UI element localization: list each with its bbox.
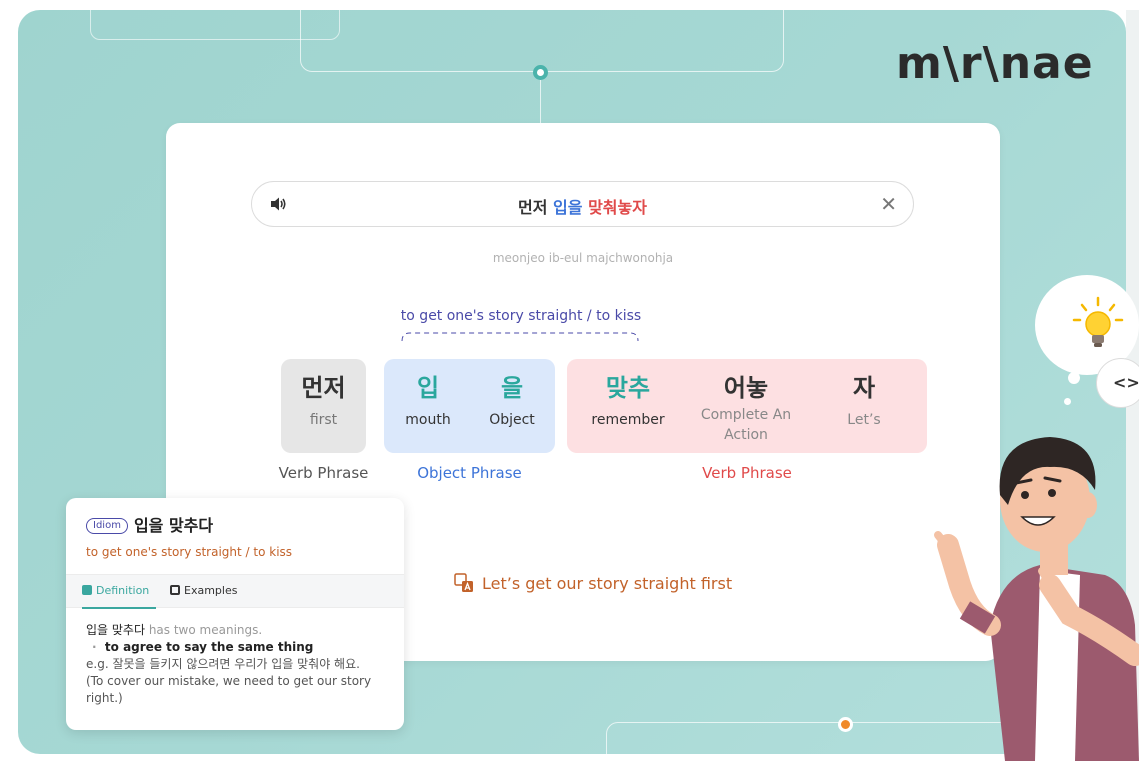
tab-examples-label: Examples bbox=[184, 584, 238, 597]
token-english: remember bbox=[591, 412, 665, 428]
definition-example: e.g. 잘못을 들키지 않으려면 우리가 입을 맞춰야 해요. bbox=[86, 657, 360, 671]
idiom-tabs: Definition Examples bbox=[66, 574, 404, 609]
token[interactable]: 어놓 Complete An Action bbox=[684, 373, 808, 445]
bullet: · bbox=[92, 640, 97, 654]
sentence-word-first: 먼저 bbox=[518, 198, 548, 217]
tab-examples[interactable]: Examples bbox=[170, 584, 237, 609]
token-korean: 입 bbox=[416, 374, 440, 402]
brand-logo: m\r\nae bbox=[896, 38, 1094, 89]
token-korean: 자 bbox=[852, 374, 876, 402]
definition-intro: 입을 맞추다 has two meanings. bbox=[86, 622, 396, 639]
lightbulb-icon bbox=[1072, 296, 1124, 347]
decorative-frame bbox=[300, 10, 784, 72]
token[interactable]: 입 mouth bbox=[392, 373, 464, 429]
phrase-meaning: to get one's story straight / to kiss bbox=[400, 308, 642, 324]
close-icon[interactable]: ✕ bbox=[880, 192, 897, 216]
meaning-brace bbox=[401, 332, 639, 342]
token[interactable]: 맞추 remember bbox=[576, 373, 680, 429]
examples-icon bbox=[170, 585, 180, 595]
definition-meaning-text: to agree to say the same thing bbox=[104, 640, 314, 654]
definition-icon bbox=[82, 585, 92, 595]
idiom-header: Idiom 입을 맞추다 to get one's story straight … bbox=[66, 498, 404, 573]
phrase-label: Verb Phrase bbox=[702, 464, 792, 482]
idiom-meaning: to get one's story straight / to kiss bbox=[86, 545, 293, 559]
tab-definition-label: Definition bbox=[96, 584, 150, 597]
phrase-label: Verb Phrase bbox=[278, 464, 369, 482]
translation-text: Let’s get our story straight first bbox=[482, 574, 733, 593]
definition-meaning: · to agree to say the same thing bbox=[86, 639, 396, 656]
decorative-dot bbox=[533, 65, 548, 80]
character-illustration bbox=[934, 437, 1139, 761]
idiom-keyword: 입을 맞추다 bbox=[86, 623, 146, 637]
code-toggle-icon[interactable]: <> bbox=[1096, 358, 1139, 408]
sentence-word-object: 입을 bbox=[553, 198, 583, 217]
token-english: Object bbox=[489, 412, 535, 428]
token-english: Complete An Action bbox=[700, 407, 792, 443]
tab-definition[interactable]: Definition bbox=[82, 584, 156, 609]
translation: Let’s get our story straight first bbox=[454, 573, 732, 593]
phrase-label: Object Phrase bbox=[417, 464, 522, 482]
token-english: first bbox=[309, 412, 338, 428]
token[interactable]: 먼저 first bbox=[281, 373, 366, 429]
token-english: mouth bbox=[405, 412, 451, 428]
definition-intro-text: has two meanings. bbox=[145, 623, 263, 637]
romanization: meonjeo ib-eul majchwonohja bbox=[492, 251, 674, 265]
token[interactable]: 을 Object bbox=[472, 373, 552, 429]
token-korean: 을 bbox=[500, 374, 524, 402]
token-english: Let’s bbox=[847, 412, 881, 428]
sentence-bar: 먼저 입을 맞춰놓자 ✕ bbox=[251, 181, 914, 227]
definition-example-translation: (To cover our mistake, we need to get ou… bbox=[86, 674, 372, 705]
token-korean: 먼저 bbox=[301, 374, 346, 402]
token-korean: 어놓 bbox=[723, 374, 769, 402]
idiom-title: 입을 맞추다 bbox=[133, 516, 214, 535]
token-korean: 맞추 bbox=[605, 374, 651, 402]
idiom-definition: 입을 맞추다 has two meanings. · to agree to s… bbox=[86, 622, 396, 707]
idiom-card: Idiom 입을 맞추다 to get one's story straight … bbox=[66, 498, 404, 730]
token[interactable]: 자 Let’s bbox=[818, 373, 910, 429]
translate-icon bbox=[454, 573, 473, 592]
idiom-badge: Idiom bbox=[86, 518, 128, 534]
decorative-dot bbox=[838, 717, 853, 732]
speech-bubble-tail bbox=[1064, 398, 1071, 405]
sentence-text: 먼저 입을 맞춰놓자 bbox=[252, 194, 913, 218]
speech-bubble-tail bbox=[1068, 372, 1080, 384]
sentence-word-verb: 맞춰놓자 bbox=[588, 198, 647, 217]
